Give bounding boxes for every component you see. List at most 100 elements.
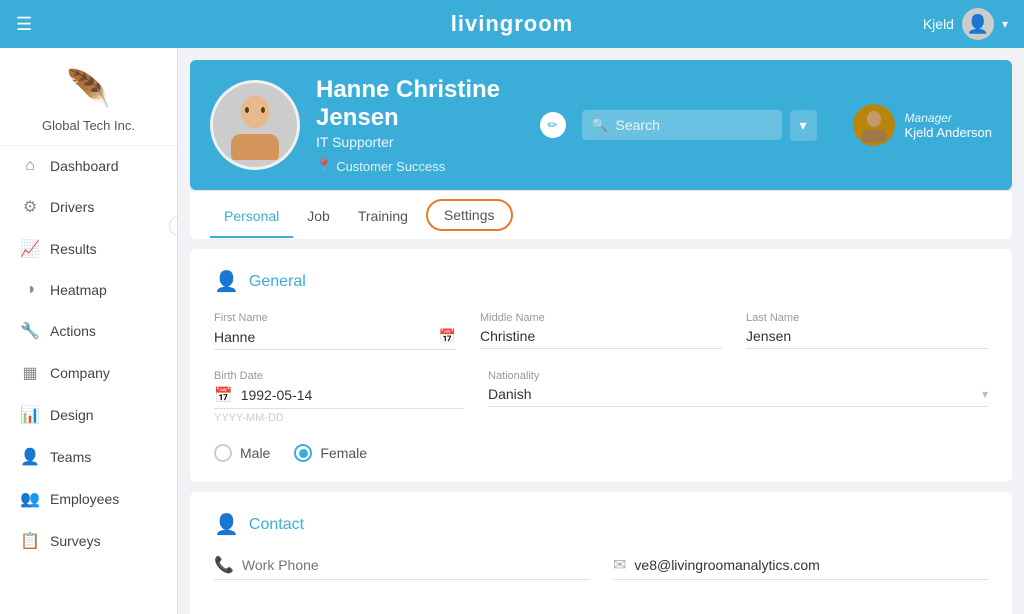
sidebar-item-surveys[interactable]: 📋 Surveys — [0, 520, 177, 562]
email-group: ✉ — [613, 555, 988, 580]
phone-icon: 📞 — [214, 555, 234, 575]
male-label: Male — [240, 445, 270, 461]
contact-section: 👤 Contact 📞 ✉ — [190, 492, 1012, 614]
gender-female-option[interactable]: Female — [294, 444, 367, 462]
tab-job[interactable]: Job — [293, 194, 344, 238]
company-logo-icon: 🪶 — [64, 64, 114, 114]
first-name-input[interactable] — [214, 329, 435, 345]
profile-header-card: Hanne Christine Jensen IT Supporter 📍 Cu… — [190, 60, 1012, 239]
company-icon: ▦ — [20, 363, 40, 383]
profile-avatar — [210, 80, 300, 170]
search-dropdown-button[interactable]: ▾ — [790, 110, 817, 141]
employees-icon: 👥 — [20, 489, 40, 509]
calendar-icon: 📅 — [439, 328, 456, 345]
app-title: livingroom — [451, 11, 573, 37]
tab-settings[interactable]: Settings — [426, 199, 513, 231]
sidebar-item-label: Dashboard — [50, 158, 119, 174]
email-icon: ✉ — [613, 555, 626, 575]
navbar-user-name: Kjeld — [923, 16, 954, 32]
middle-name-input[interactable] — [480, 328, 722, 344]
profile-search-area: 🔍 ▾ — [582, 110, 817, 141]
sidebar-item-heatmap[interactable]: ◑ Heatmap — [0, 270, 177, 310]
dashboard-icon: ⌂ — [20, 157, 40, 175]
sidebar-item-label: Teams — [50, 449, 91, 465]
teams-icon: 👤 — [20, 447, 40, 467]
sidebar-item-company[interactable]: ▦ Company — [0, 352, 177, 394]
nationality-label: Nationality — [488, 370, 988, 382]
profile-tabs: Personal Job Training Settings — [190, 190, 1012, 239]
sidebar: 🪶 Global Tech Inc. ‹ ⌂ Dashboard ⚙ Drive… — [0, 48, 178, 614]
sidebar-item-label: Heatmap — [50, 282, 107, 298]
sidebar-item-label: Company — [50, 365, 110, 381]
manager-info: Manager Kjeld Anderson — [905, 111, 992, 140]
profile-location: 📍 Customer Success — [316, 158, 516, 174]
last-name-label: Last Name — [746, 312, 988, 324]
drivers-icon: ⚙ — [20, 197, 40, 217]
nationality-group: Nationality ▾ — [488, 370, 988, 424]
nationality-input[interactable] — [488, 386, 978, 402]
work-phone-input[interactable] — [242, 557, 589, 573]
sidebar-item-label: Employees — [50, 491, 119, 507]
company-name: Global Tech Inc. — [42, 118, 135, 133]
user-dropdown-icon[interactable]: ▾ — [1002, 17, 1008, 31]
birth-date-placeholder: YYYY-MM-DD — [214, 412, 464, 424]
contact-row: 📞 ✉ — [214, 555, 988, 580]
sidebar-item-label: Design — [50, 407, 94, 423]
nationality-dropdown-icon: ▾ — [982, 387, 988, 401]
email-input[interactable] — [634, 557, 988, 573]
manager-avatar — [853, 104, 895, 146]
surveys-icon: 📋 — [20, 531, 40, 551]
male-radio-button[interactable] — [214, 444, 232, 462]
sidebar-nav: ⌂ Dashboard ⚙ Drivers 📈 Results ◑ Heatma… — [0, 146, 177, 562]
birth-date-input[interactable] — [241, 387, 464, 403]
profile-name: Hanne Christine Jensen — [316, 76, 516, 132]
contact-section-title: 👤 Contact — [214, 512, 988, 537]
manager-area: Manager Kjeld Anderson — [853, 104, 992, 146]
middle-name-label: Middle Name — [480, 312, 722, 324]
sidebar-item-actions[interactable]: 🔧 Actions — [0, 310, 177, 352]
name-row: First Name 📅 Middle Name Last Name — [214, 312, 988, 350]
work-phone-group: 📞 — [214, 555, 589, 580]
sidebar-item-design[interactable]: 📊 Design — [0, 394, 177, 436]
profile-header-banner: Hanne Christine Jensen IT Supporter 📍 Cu… — [190, 60, 1012, 190]
general-section-title: 👤 General — [214, 269, 988, 294]
last-name-group: Last Name — [746, 312, 988, 350]
design-icon: 📊 — [20, 405, 40, 425]
sidebar-item-dashboard[interactable]: ⌂ Dashboard — [0, 146, 177, 186]
sidebar-item-results[interactable]: 📈 Results — [0, 228, 177, 270]
first-name-group: First Name 📅 — [214, 312, 456, 350]
profile-info: Hanne Christine Jensen IT Supporter 📍 Cu… — [316, 76, 516, 174]
sidebar-item-drivers[interactable]: ⚙ Drivers — [0, 186, 177, 228]
sidebar-logo-area: 🪶 Global Tech Inc. — [0, 48, 177, 146]
first-name-label: First Name — [214, 312, 456, 324]
female-radio-button[interactable] — [294, 444, 312, 462]
last-name-input[interactable] — [746, 328, 988, 344]
results-icon: 📈 — [20, 239, 40, 259]
general-section: 👤 General First Name 📅 Middle Name — [190, 249, 1012, 482]
person-icon: 👤 — [214, 269, 239, 294]
tab-training[interactable]: Training — [344, 194, 422, 238]
tab-personal[interactable]: Personal — [210, 194, 293, 238]
gender-radio-group: Male Female — [214, 444, 988, 462]
birth-date-group: Birth Date 📅 YYYY-MM-DD — [214, 370, 464, 424]
gender-male-option[interactable]: Male — [214, 444, 270, 462]
sidebar-item-label: Actions — [50, 323, 96, 339]
search-input[interactable] — [582, 110, 782, 140]
avatar[interactable]: 👤 — [962, 8, 994, 40]
navbar: ☰ livingroom Kjeld 👤 ▾ — [0, 0, 1024, 48]
sidebar-item-label: Drivers — [50, 199, 94, 215]
actions-icon: 🔧 — [20, 321, 40, 341]
manager-name: Kjeld Anderson — [905, 125, 992, 140]
heatmap-icon: ◑ — [20, 281, 40, 299]
sidebar-item-label: Surveys — [50, 533, 101, 549]
main-layout: 🪶 Global Tech Inc. ‹ ⌂ Dashboard ⚙ Drive… — [0, 48, 1024, 614]
birth-date-label: Birth Date — [214, 370, 464, 382]
sidebar-item-employees[interactable]: 👥 Employees — [0, 478, 177, 520]
sidebar-item-teams[interactable]: 👤 Teams — [0, 436, 177, 478]
birth-nationality-row: Birth Date 📅 YYYY-MM-DD Nationality ▾ — [214, 370, 988, 424]
female-label: Female — [320, 445, 367, 461]
hamburger-icon[interactable]: ☰ — [16, 14, 32, 35]
edit-profile-button[interactable]: ✏ — [540, 112, 566, 138]
location-icon: 📍 — [316, 158, 332, 174]
sidebar-item-label: Results — [50, 241, 97, 257]
